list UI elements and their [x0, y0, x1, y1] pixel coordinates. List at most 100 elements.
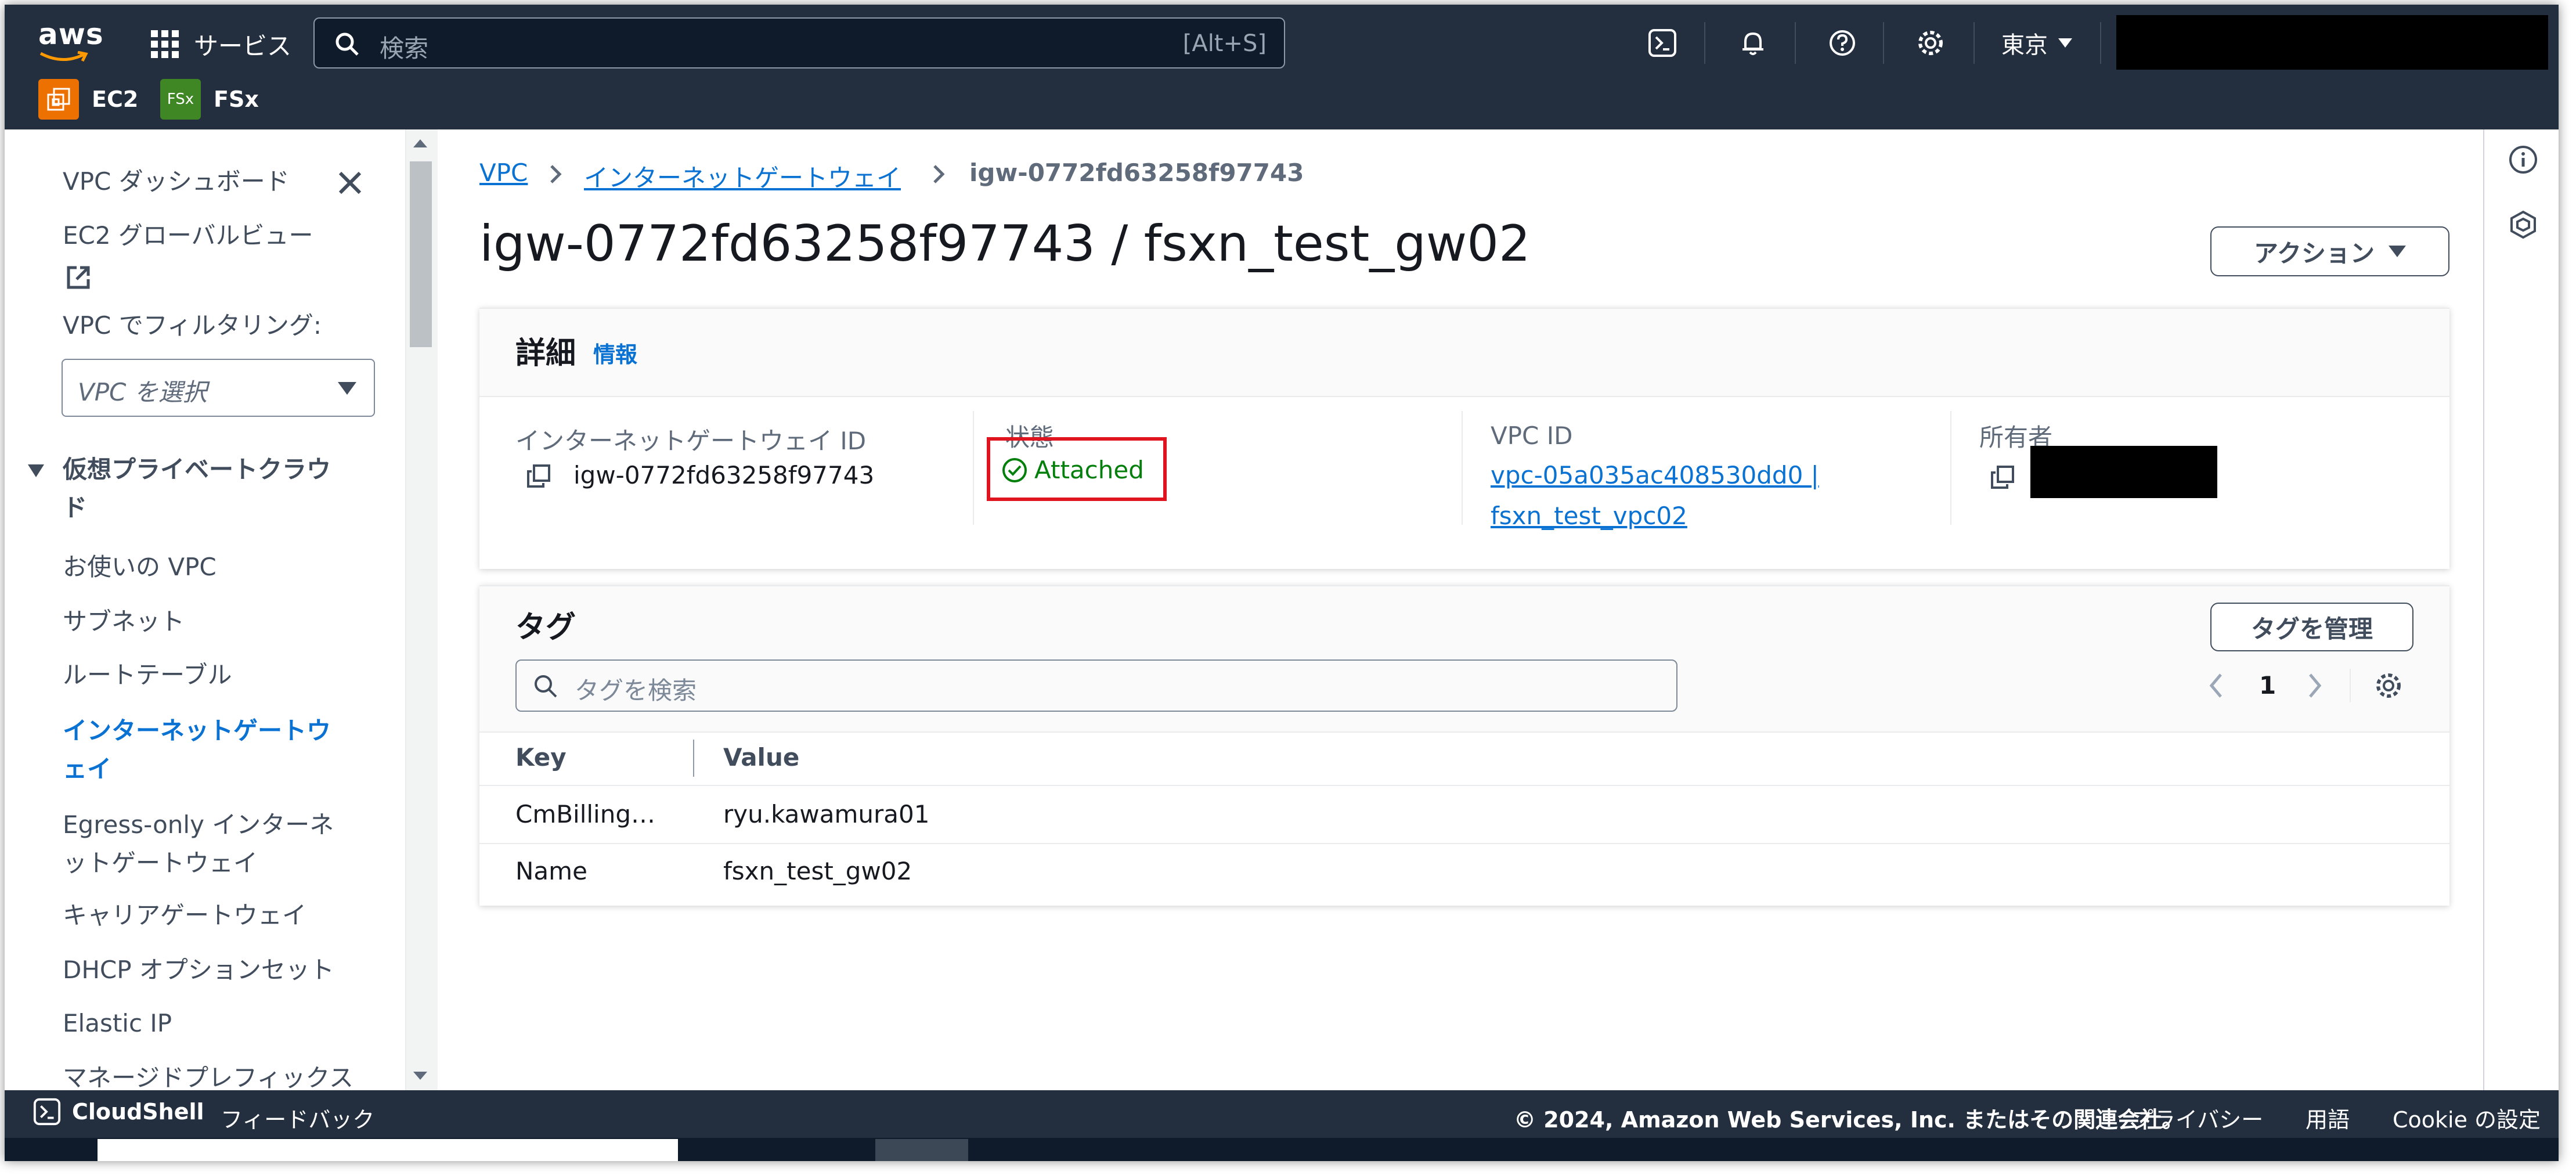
copy-icon[interactable]	[526, 463, 551, 489]
state-highlight-box: Attached	[987, 437, 1167, 501]
chevron-right-icon	[933, 165, 945, 183]
utility-rail	[2483, 129, 2559, 1093]
info-icon[interactable]	[2508, 144, 2539, 175]
sidebar-section-title[interactable]: 仮想プライベートクラウド	[63, 450, 353, 527]
sidebar-item-internet-gateways[interactable]: インターネットゲートウェイ	[63, 712, 353, 788]
taskbar-window	[98, 1139, 678, 1161]
terms-link[interactable]: 用語	[2306, 1102, 2350, 1134]
cookie-settings-link[interactable]: Cookie の設定	[2393, 1102, 2541, 1134]
region-selector[interactable]: 東京	[2001, 22, 2072, 64]
sidebar-item-egress-only-gateways[interactable]: Egress-only インターネットゲートウェイ	[63, 806, 341, 882]
copy-icon[interactable]	[1990, 464, 2015, 490]
vpc-id-label: VPC ID	[1491, 421, 1573, 450]
row-divider	[479, 843, 2449, 844]
search-shortcut: [Alt+S]	[1182, 30, 1267, 57]
status-badge: Attached	[1001, 456, 1144, 484]
owner-value-redacted	[2030, 446, 2217, 498]
column-divider	[1462, 411, 1463, 525]
manage-tags-button[interactable]: タグを管理	[2210, 603, 2413, 651]
favorite-fsx[interactable]: FSx FSx	[160, 79, 259, 120]
services-menu-button[interactable]: サービス	[151, 21, 291, 67]
nav-divider	[2100, 22, 2101, 64]
chevron-right-icon[interactable]	[2303, 671, 2326, 700]
fsx-icon: FSx	[160, 79, 201, 120]
cloudshell-icon[interactable]	[1641, 22, 1683, 64]
ec2-icon	[38, 79, 79, 120]
tag-value-cell: fsxn_test_gw02	[723, 857, 912, 885]
tag-search-placeholder: タグを検索	[575, 676, 697, 705]
nav-divider	[1795, 22, 1796, 64]
aws-logo[interactable]: aws	[38, 17, 104, 51]
chevron-left-icon[interactable]	[2205, 671, 2228, 700]
tag-key-cell: CmBilling…	[515, 800, 656, 828]
igw-id-label: インターネットゲートウェイ ID	[515, 427, 867, 455]
external-link-icon[interactable]	[65, 264, 92, 291]
row-divider	[479, 785, 2449, 786]
favorite-ec2[interactable]: EC2	[38, 79, 138, 120]
vpc-filter-placeholder: VPC を選択	[78, 378, 207, 406]
breadcrumb-vpc[interactable]: VPC	[479, 158, 528, 187]
page-number[interactable]: 1	[2259, 671, 2276, 700]
sidebar-item-dhcp-option-sets[interactable]: DHCP オプションセット	[63, 951, 365, 989]
cloudshell-button[interactable]: CloudShell	[33, 1097, 204, 1126]
search-placeholder: 検索	[380, 34, 429, 63]
global-search-input[interactable]: 検索 [Alt+S]	[313, 17, 1285, 69]
tags-title: タグ	[515, 610, 576, 645]
column-divider	[973, 411, 974, 525]
actions-button[interactable]: アクション	[2210, 226, 2449, 276]
column-divider	[1950, 411, 1951, 525]
services-label: サービス	[194, 31, 292, 60]
breadcrumb-current: igw-0772fd63258f97743	[969, 158, 1304, 187]
sidebar-item-dashboard[interactable]: VPC ダッシュボード	[63, 163, 365, 201]
scroll-up-icon[interactable]	[413, 139, 427, 147]
chevron-down-icon	[2058, 38, 2072, 48]
igw-id-value: igw-0772fd63258f97743	[573, 461, 875, 489]
settings-icon[interactable]	[2373, 670, 2404, 701]
privacy-link[interactable]: プライバシー	[2131, 1102, 2263, 1134]
chevron-right-icon	[550, 165, 562, 183]
vpc-name-link[interactable]: fsxn_test_vpc02	[1491, 502, 1687, 530]
caret-down-icon[interactable]	[28, 464, 44, 477]
tag-key-cell: Name	[515, 857, 587, 885]
details-info-link[interactable]: 情報	[593, 337, 637, 369]
grid-icon	[151, 30, 179, 58]
taskbar-window	[875, 1139, 968, 1161]
sidebar-item-elastic-ip[interactable]: Elastic IP	[63, 1004, 365, 1043]
scroll-down-icon[interactable]	[413, 1072, 427, 1080]
settings-icon[interactable]	[1910, 22, 1951, 64]
bell-icon[interactable]	[1732, 22, 1774, 64]
sidebar-item-your-vpcs[interactable]: お使いの VPC	[63, 548, 365, 586]
sidebar-item-carrier-gateways[interactable]: キャリアゲートウェイ	[63, 896, 365, 935]
cube-icon[interactable]	[2508, 209, 2539, 240]
search-icon	[535, 675, 557, 698]
vpc-filter-label: VPC でフィルタリング:	[63, 311, 322, 340]
console-window: aws サービス 検索 [Alt+S] 東京 EC2 FSx FSx VPC ダ…	[5, 5, 2559, 1161]
sidebar-item-subnets[interactable]: サブネット	[63, 603, 365, 641]
chevron-down-icon	[338, 382, 356, 395]
cloudshell-icon	[33, 1098, 61, 1126]
vpc-filter-select[interactable]: VPC を選択	[62, 359, 375, 417]
account-menu-redacted[interactable]	[2116, 15, 2548, 70]
column-resizer[interactable]	[693, 740, 694, 777]
sidebar-item-global-view[interactable]: EC2 グローバルビュー	[63, 217, 365, 255]
state-value: Attached	[1034, 456, 1144, 484]
nav-divider	[1974, 22, 1975, 64]
actions-label: アクション	[2254, 239, 2375, 268]
aws-smile-icon	[39, 51, 88, 62]
help-icon[interactable]	[1821, 22, 1863, 64]
column-header-key[interactable]: Key	[515, 743, 567, 772]
sidebar-scroll-thumb[interactable]	[410, 161, 432, 347]
close-icon[interactable]	[335, 168, 365, 197]
details-title: 詳細	[515, 336, 576, 371]
breadcrumb-internet-gateways[interactable]: インターネットゲートウェイ	[584, 158, 901, 194]
sidebar-item-route-tables[interactable]: ルートテーブル	[63, 656, 365, 694]
caret-down-icon	[2388, 246, 2406, 257]
search-icon	[335, 33, 359, 56]
taskbar-strip	[5, 1138, 2559, 1161]
feedback-link[interactable]: フィードバック	[221, 1102, 374, 1134]
column-header-value[interactable]: Value	[723, 743, 799, 772]
vpc-id-link[interactable]: vpc-05a035ac408530dd0 |	[1491, 461, 1819, 489]
favorite-ec2-label: EC2	[92, 86, 139, 112]
details-header	[479, 309, 2449, 397]
tag-search-input[interactable]: タグを検索	[515, 659, 1677, 712]
